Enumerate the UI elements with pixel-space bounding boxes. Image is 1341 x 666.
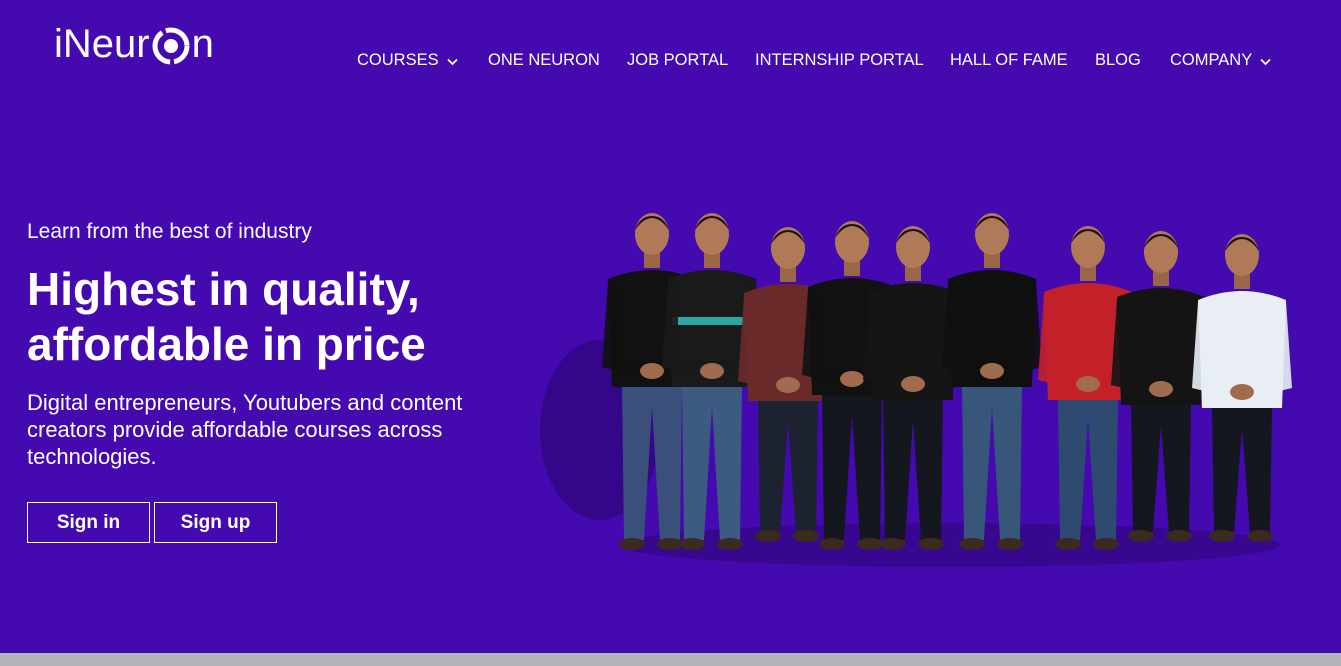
nav-label: BLOG	[1095, 50, 1141, 69]
logo-text-prefix: iNeur	[54, 22, 150, 66]
logo-text-suffix: n	[191, 22, 214, 66]
nav-label: INTERNSHIP PORTAL	[755, 50, 924, 69]
hero-subtext: Digital entrepreneurs, Youtubers and con…	[27, 390, 463, 469]
hero-eyebrow: Learn from the best of industry	[27, 220, 312, 243]
hero-headline: Highest in quality, affordable in price	[27, 262, 547, 372]
ineuron-logo[interactable]: iNeur n	[54, 19, 214, 69]
nav-label: HALL OF FAME	[950, 50, 1068, 69]
nav-item-one-neuron[interactable]: ONE NEURON	[488, 51, 600, 70]
nav-item-job-portal[interactable]: JOB PORTAL	[627, 51, 728, 70]
team-photo	[540, 213, 1292, 567]
chevron-down-icon	[446, 58, 458, 65]
nav-item-courses[interactable]: COURSES	[357, 51, 458, 70]
chevron-down-icon	[1260, 58, 1271, 65]
nav-item-blog[interactable]: BLOG	[1095, 51, 1141, 70]
ring-logo-icon	[152, 27, 190, 65]
nav-label: COMPANY	[1170, 50, 1253, 69]
sign-in-button[interactable]: Sign in	[27, 502, 150, 543]
nav-item-internship-portal[interactable]: INTERNSHIP PORTAL	[755, 51, 924, 70]
nav-label: ONE NEURON	[488, 50, 600, 69]
nav-label: JOB PORTAL	[627, 50, 729, 69]
headline-line-1: Highest in quality,	[27, 263, 420, 315]
nav-item-company[interactable]: COMPANY	[1170, 51, 1271, 70]
headline-line-2: affordable in price	[27, 318, 426, 370]
bottom-strip	[0, 653, 1341, 666]
sign-up-button[interactable]: Sign up	[154, 502, 277, 543]
page: iNeur n COURSES ONE NEURON JOB PORTAL IN…	[0, 0, 1341, 666]
nav-item-hall-of-fame[interactable]: HALL OF FAME	[950, 51, 1068, 70]
nav-label: COURSES	[357, 50, 439, 69]
